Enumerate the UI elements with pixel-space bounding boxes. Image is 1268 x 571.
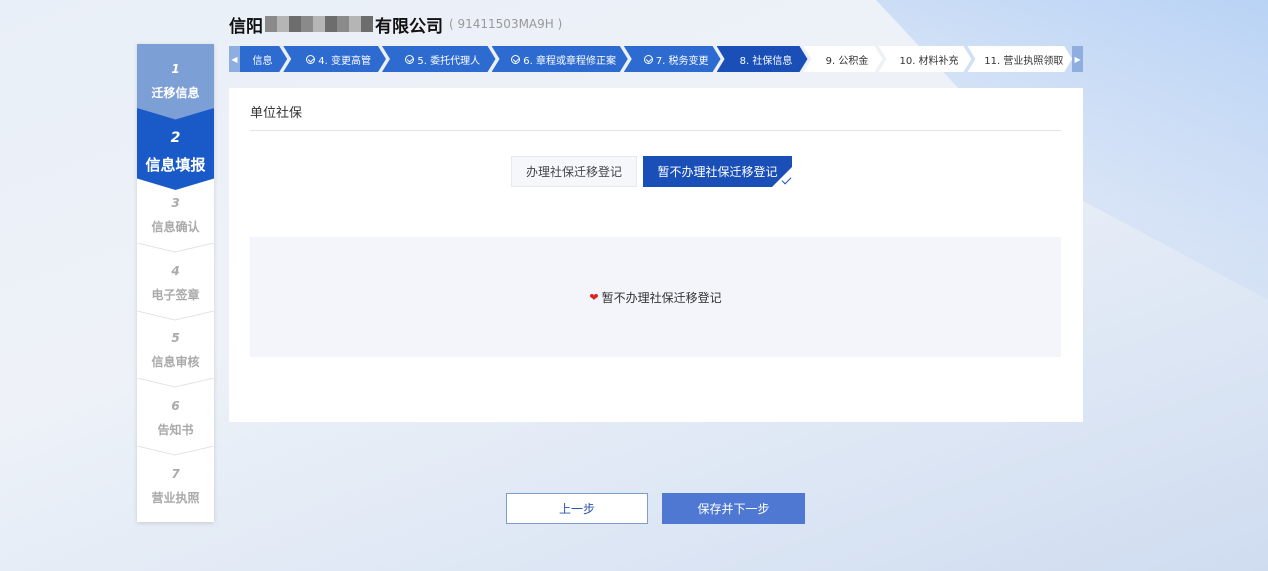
tab-label: 11. 营业执照领取 [984, 55, 1064, 67]
company-name-end: 有限公司 [375, 16, 443, 37]
side-step-label: 电子签章 [151, 288, 200, 302]
side-step-number: 5 [171, 331, 180, 345]
check-circle-icon [306, 55, 315, 64]
progress-tabs: ◀ 信息 4. 变更高管 5. 委托代理人 6. 章程或章程修正案 7. 税务变… [229, 46, 1083, 72]
info-text: 暂不办理社保迁移登记 [601, 290, 722, 305]
side-step-number: 2 [170, 130, 181, 146]
social-security-panel: 单位社保 办理社保迁移登记 暂不办理社保迁移登记 ❤ 暂不办理社保迁移登记 [229, 88, 1083, 422]
side-step-divider [137, 243, 214, 253]
tab-agent[interactable]: 5. 委托代理人 [382, 46, 496, 72]
register-transfer-option[interactable]: 办理社保迁移登记 [511, 156, 637, 187]
side-step-number: 6 [171, 399, 180, 413]
side-step-number: 3 [171, 196, 180, 210]
tab-label: 4. 变更高管 [318, 55, 371, 67]
step-sidebar: 1 迁移信息 2 信息填报 3 信息确认 4 电子签章 5 信息审核 6 告知书… [137, 44, 214, 522]
side-step-label: 信息填报 [145, 156, 206, 174]
tab-tax-change[interactable]: 7. 税务变更 [624, 46, 721, 72]
save-and-next-button[interactable]: 保存并下一步 [662, 493, 805, 524]
side-step-divider [137, 446, 214, 456]
company-name-start: 信阳 [229, 16, 263, 37]
tab-social-security[interactable]: 8. 社保信息 [717, 46, 808, 72]
scroll-right-icon[interactable]: ▶ [1072, 46, 1083, 72]
side-step-divider [137, 311, 214, 321]
side-step-1[interactable]: 1 迁移信息 [137, 44, 214, 122]
tab-license[interactable]: 11. 营业执照领取 [967, 46, 1072, 72]
side-step-number: 1 [171, 62, 180, 76]
tab-housing-fund[interactable]: 9. 公积金 [804, 46, 883, 72]
tab-supplement[interactable]: 10. 材料补充 [879, 46, 972, 72]
info-box: ❤ 暂不办理社保迁移登记 [250, 237, 1061, 357]
tab-articles[interactable]: 6. 章程或章程修正案 [492, 46, 628, 72]
side-step-label: 告知书 [157, 423, 194, 437]
check-circle-icon [511, 55, 520, 64]
check-circle-icon [405, 55, 414, 64]
credit-code: ( 91411503MA9H ) [449, 17, 563, 31]
option-label: 办理社保迁移登记 [525, 165, 622, 179]
tab-step-3[interactable]: 信息 [240, 46, 287, 72]
tab-change-executives[interactable]: 4. 变更高管 [283, 46, 386, 72]
side-step-label: 信息确认 [151, 220, 200, 234]
divider [250, 130, 1061, 131]
tab-label: 7. 税务变更 [655, 55, 709, 67]
option-label: 暂不办理社保迁移登记 [657, 165, 778, 179]
side-step-label: 迁移信息 [151, 86, 200, 100]
previous-step-button[interactable]: 上一步 [506, 493, 648, 524]
side-step-number: 7 [171, 467, 180, 481]
side-step-divider [137, 378, 214, 388]
tab-label: 5. 委托代理人 [417, 55, 481, 67]
tab-label: 6. 章程或章程修正案 [523, 55, 617, 67]
check-circle-icon [644, 55, 653, 64]
redacted-name-mask [265, 16, 373, 32]
heart-icon: ❤ [589, 290, 599, 304]
panel-title: 单位社保 [250, 106, 303, 121]
tab-label: 信息 [252, 55, 273, 67]
tab-label: 10. 材料补充 [899, 55, 959, 67]
side-step-label: 信息审核 [151, 355, 200, 369]
side-step-7: 7 营业执照 [137, 467, 214, 522]
company-header: 信阳 有限公司 ( 91411503MA9H ) [229, 12, 563, 37]
side-step-2[interactable]: 2 信息填报 [137, 108, 214, 190]
tab-label: 8. 社保信息 [739, 55, 793, 67]
not-register-transfer-option[interactable]: 暂不办理社保迁移登记 [643, 156, 792, 187]
scroll-left-icon[interactable]: ◀ [229, 46, 240, 72]
side-step-number: 4 [171, 264, 180, 278]
side-step-label: 营业执照 [151, 491, 200, 505]
tab-label: 9. 公积金 [825, 55, 869, 67]
